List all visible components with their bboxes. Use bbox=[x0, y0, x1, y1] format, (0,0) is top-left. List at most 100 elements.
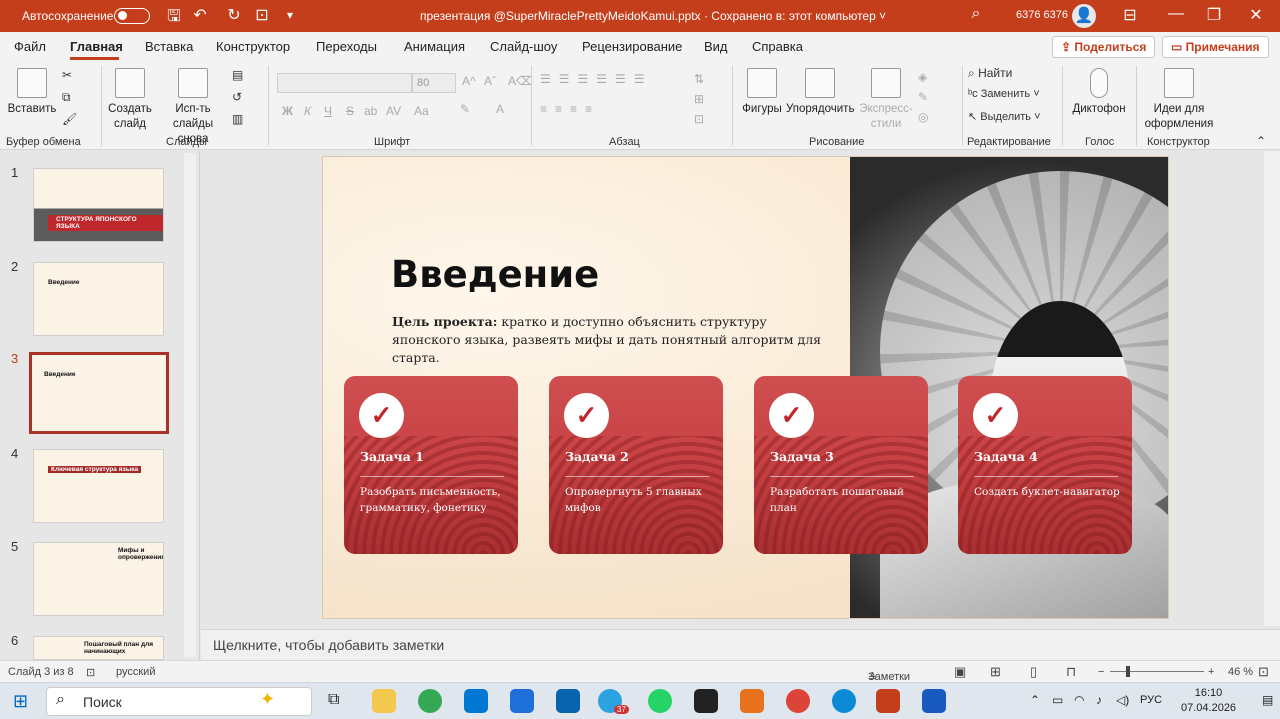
underline-button[interactable]: Ч bbox=[324, 104, 332, 118]
zoom-slider[interactable] bbox=[1110, 671, 1204, 672]
redo-icon[interactable]: ↻ bbox=[222, 5, 246, 25]
shapes-button[interactable]: Фигуры bbox=[740, 68, 784, 117]
strikethrough-button[interactable]: S bbox=[346, 104, 354, 118]
task-card[interactable]: ✓ Задача 2 Опровергнуть 5 главных мифов bbox=[549, 376, 723, 554]
close-icon[interactable]: ✕ bbox=[1244, 5, 1268, 25]
input-language[interactable]: РУС bbox=[1140, 694, 1162, 706]
tab-design[interactable]: Конструктор bbox=[216, 39, 290, 54]
user-name[interactable]: 6376 6376 bbox=[1016, 9, 1068, 21]
task-card[interactable]: ✓ Задача 3 Разработать пошаговый план bbox=[754, 376, 928, 554]
windows-start-icon[interactable]: ⊞ bbox=[13, 691, 28, 712]
new-slide-button[interactable]: Создать слайд bbox=[106, 68, 154, 132]
thumbnail-slide-1[interactable]: СТРУКТУРА ЯПОНСКОГО ЯЗЫКА bbox=[33, 168, 164, 242]
autosave-toggle[interactable] bbox=[114, 8, 150, 24]
presentation-icon[interactable]: ⊡ bbox=[250, 5, 274, 25]
paste-button[interactable]: Вставить bbox=[6, 68, 58, 117]
cut-icon[interactable]: ✂ bbox=[62, 68, 72, 82]
slideshow-view-icon[interactable]: ⊓ bbox=[1066, 664, 1076, 680]
mic-tray-icon[interactable]: ♪ bbox=[1096, 693, 1102, 707]
tab-help[interactable]: Справка bbox=[752, 39, 803, 54]
layout-icon[interactable]: ▤ bbox=[232, 68, 243, 82]
text-direction-icon[interactable]: ⇅ bbox=[694, 72, 704, 86]
undo-icon[interactable]: ↶ bbox=[188, 5, 212, 25]
copy-icon[interactable]: ⧉ bbox=[62, 90, 71, 105]
reading-view-icon[interactable]: ▯ bbox=[1030, 664, 1037, 680]
whatsapp-icon[interactable] bbox=[648, 689, 672, 713]
zoom-thumb[interactable] bbox=[1126, 666, 1130, 677]
dictate-button[interactable]: Диктофон bbox=[1070, 68, 1128, 117]
sorter-view-icon[interactable]: ⊞ bbox=[990, 664, 1001, 680]
tab-review[interactable]: Рецензирование bbox=[582, 39, 682, 54]
intro-paragraph[interactable]: Цель проекта: кратко и доступно объяснит… bbox=[392, 313, 822, 367]
restore-icon[interactable]: ❐ bbox=[1202, 5, 1226, 25]
case-button[interactable]: Aa bbox=[414, 104, 429, 118]
thumbnail-slide-5[interactable]: Мифы и опровержения bbox=[33, 542, 164, 616]
font-size-select[interactable]: 80 bbox=[412, 73, 456, 93]
section-icon[interactable]: ▥ bbox=[232, 112, 243, 126]
find-button[interactable]: ⌕ Найти bbox=[968, 66, 1012, 81]
format-painter-icon[interactable]: 🖌 bbox=[62, 112, 77, 126]
settings-app-icon[interactable] bbox=[510, 689, 534, 713]
thumbnail-slide-4[interactable]: Ключевая структура языка bbox=[33, 449, 164, 523]
ribbon-display-icon[interactable]: ⊟ bbox=[1118, 5, 1142, 25]
tab-animations[interactable]: Анимация bbox=[404, 39, 465, 54]
shape-outline-icon[interactable]: ✎ bbox=[918, 90, 928, 104]
thumbnail-scrollbar[interactable] bbox=[184, 153, 196, 657]
language-label[interactable]: русский bbox=[116, 666, 155, 678]
notification-icon[interactable]: ▤ bbox=[1262, 693, 1273, 707]
grow-font-icon[interactable]: A^ bbox=[462, 74, 476, 88]
shape-fill-icon[interactable]: ◈ bbox=[918, 70, 927, 84]
font-name-select[interactable] bbox=[277, 73, 412, 93]
zoom-out-icon[interactable]: − bbox=[1098, 666, 1104, 678]
bold-button[interactable]: Ж bbox=[282, 104, 293, 118]
smartart-icon[interactable]: ⊡ bbox=[694, 112, 704, 126]
avatar[interactable]: 👤 bbox=[1072, 4, 1096, 28]
italic-button[interactable]: К bbox=[304, 104, 311, 118]
slide-title[interactable]: Введение bbox=[391, 253, 599, 296]
chrome-icon[interactable] bbox=[418, 689, 442, 713]
zoom-level[interactable]: 46 % bbox=[1228, 666, 1253, 678]
normal-view-icon[interactable]: ▣ bbox=[954, 664, 966, 680]
notion-icon[interactable] bbox=[694, 689, 718, 713]
shape-effects-icon[interactable]: ◎ bbox=[918, 110, 928, 124]
comments-button[interactable]: ▭ Примечания bbox=[1162, 36, 1269, 58]
tab-file[interactable]: Файл bbox=[14, 39, 46, 54]
search-icon[interactable]: ⌕ bbox=[964, 5, 988, 23]
outlook-icon[interactable] bbox=[556, 689, 580, 713]
tab-insert[interactable]: Вставка bbox=[145, 39, 193, 54]
canvas-scrollbar[interactable] bbox=[1264, 151, 1280, 626]
battery-icon[interactable]: ▭ bbox=[1052, 693, 1063, 707]
spacing-button[interactable]: AV bbox=[386, 104, 401, 118]
file-explorer-icon[interactable] bbox=[372, 689, 396, 713]
task-card[interactable]: ✓ Задача 1 Разобрать письменность, грамм… bbox=[344, 376, 518, 554]
designer-button[interactable]: Идеи для оформления bbox=[1142, 68, 1216, 132]
save-icon[interactable]: 🖫 bbox=[162, 5, 186, 32]
reset-icon[interactable]: ↺ bbox=[232, 90, 242, 104]
clock[interactable]: 16:10 07.04.2026 bbox=[1181, 686, 1236, 716]
zoom-in-icon[interactable]: + bbox=[1208, 666, 1214, 678]
task-card[interactable]: ✓ Задача 4 Создать буклет-навигатор bbox=[958, 376, 1132, 554]
list-icons[interactable]: ☰☰☰☰☰☰ bbox=[540, 72, 653, 86]
tab-transitions[interactable]: Переходы bbox=[316, 39, 377, 54]
arrange-button[interactable]: Упорядочить bbox=[786, 68, 854, 117]
chrome-profile-icon[interactable] bbox=[786, 689, 810, 713]
powerpoint-icon[interactable] bbox=[876, 689, 900, 713]
select-button[interactable]: ↖ Выделить ˅ bbox=[968, 110, 1041, 123]
tab-home[interactable]: Главная bbox=[70, 39, 123, 54]
store-icon[interactable] bbox=[464, 689, 488, 713]
thumbnail-slide-2[interactable]: Введение bbox=[33, 262, 164, 336]
wifi-icon[interactable]: ◠ bbox=[1074, 693, 1084, 707]
spellcheck-icon[interactable]: ⊡ bbox=[86, 666, 95, 679]
document-title[interactable]: презентация @SuperMiraclePrettyMeidoKamu… bbox=[420, 9, 886, 23]
thumbnail-slide-6[interactable]: Пошаговый план для начинающих bbox=[33, 636, 164, 660]
task-view-icon[interactable]: ⧉ bbox=[328, 691, 339, 709]
thumbnail-slide-3[interactable]: Введение bbox=[29, 352, 169, 434]
tab-slideshow[interactable]: Слайд-шоу bbox=[490, 39, 557, 54]
share-button[interactable]: ⇪ Поделиться bbox=[1052, 36, 1156, 58]
notes-pane[interactable]: Щелкните, чтобы добавить заметки bbox=[201, 629, 1280, 660]
align-text-icon[interactable]: ⊞ bbox=[694, 92, 704, 106]
word-icon[interactable] bbox=[922, 689, 946, 713]
minimize-icon[interactable]: — bbox=[1164, 5, 1188, 23]
copilot-icon[interactable]: ✦ bbox=[260, 689, 275, 710]
shadow-button[interactable]: ab bbox=[364, 104, 377, 118]
